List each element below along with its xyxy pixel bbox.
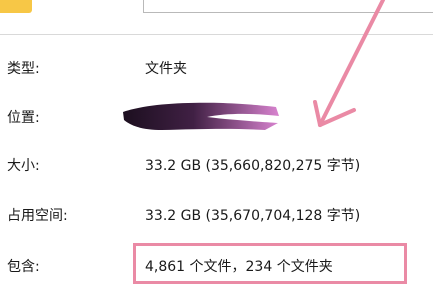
folder-properties-panel: 类型: 文件夹 位置: 大小: 33.2 GB (35,660,820,275 … — [0, 0, 433, 293]
size-label: 大小: — [7, 158, 40, 174]
type-row: 类型: 文件夹 — [0, 56, 433, 82]
type-value: 文件夹 — [145, 61, 187, 77]
annotation-highlight-box — [133, 243, 407, 284]
contains-label: 包含: — [7, 259, 40, 275]
folder-icon — [0, 0, 32, 13]
folder-name-input[interactable] — [143, 0, 433, 13]
size-on-disk-label: 占用空间: — [7, 208, 68, 224]
divider — [0, 34, 433, 35]
size-on-disk-value: 33.2 GB (35,670,704,128 字节) — [145, 208, 361, 224]
size-on-disk-row: 占用空间: 33.2 GB (35,670,704,128 字节) — [0, 203, 433, 229]
type-label: 类型: — [7, 61, 40, 77]
size-value: 33.2 GB (35,660,820,275 字节) — [145, 158, 361, 174]
size-row: 大小: 33.2 GB (35,660,820,275 字节) — [0, 153, 433, 179]
location-redaction-scribble — [123, 102, 279, 130]
location-label: 位置: — [7, 110, 40, 126]
